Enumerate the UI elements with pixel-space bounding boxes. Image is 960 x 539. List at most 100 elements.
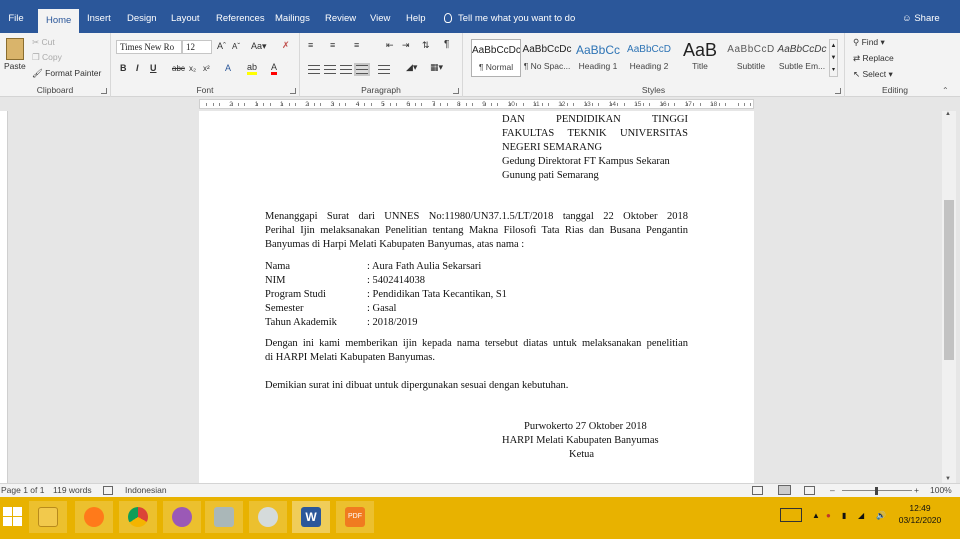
text-effects-icon[interactable]: A [225,63,231,73]
zoom-level[interactable]: 100% [930,485,952,495]
select-button[interactable]: ↖ Select ▾ [853,69,893,80]
paste-button[interactable]: Paste [4,61,26,71]
zoom-slider-handle[interactable] [875,487,878,495]
style-normal[interactable]: AaBbCcDc ¶ Normal [471,39,521,77]
ruler-tick [668,103,670,106]
format-painter-button[interactable]: 🖌 Format Painter [32,68,101,79]
increase-indent-icon[interactable]: ⇥ [402,40,410,51]
horizontal-ruler[interactable]: 2 1 1 2 3 4 5 6 7 8 9 10 11 12 13 14 15 16 17 18 [199,99,754,109]
tray-expand-icon[interactable]: ▲ [812,511,820,520]
style-preview: AaBbCcDc [522,44,572,55]
uc-browser-icon[interactable] [75,501,113,533]
clear-formatting-icon[interactable]: ✗ [282,40,290,51]
cut-button[interactable]: ✂ Cut [32,37,55,48]
tab-insert[interactable]: Insert [87,5,111,33]
read-mode-icon[interactable] [752,486,763,495]
clipboard-launcher-icon[interactable] [101,88,107,94]
decrease-indent-icon[interactable]: ⇤ [386,40,394,51]
word-count[interactable]: 119 words [53,485,92,495]
bold-button[interactable]: B [120,63,127,73]
tab-mailings[interactable]: Mailings [275,5,310,33]
align-right-icon[interactable] [340,65,352,74]
ruler-number: 1 [279,101,284,108]
tab-review[interactable]: Review [325,5,356,33]
italic-button[interactable]: I [136,63,139,73]
change-case-icon[interactable]: Aa▾ [251,41,267,52]
chrome-icon[interactable] [119,501,157,533]
grow-font-icon[interactable]: Aˆ [217,41,226,51]
style-heading-1[interactable]: AaBbCc Heading 1 [573,39,623,77]
find-button[interactable]: ⚲ Find ▾ [853,37,885,48]
print-layout-icon[interactable] [778,485,791,495]
style-subtle-emphasis[interactable]: AaBbCcDc Subtle Em... [777,39,827,77]
multilevel-list-icon[interactable]: ≡ [354,40,359,50]
paint-app-icon[interactable] [249,501,287,533]
page-count[interactable]: Page 1 of 1 [1,485,44,495]
volume-icon[interactable]: 🔊 [876,511,886,520]
ruler-tick [206,103,208,106]
keyboard-icon[interactable] [780,508,802,522]
tab-help[interactable]: Help [406,5,426,33]
zoom-out-icon[interactable]: – [830,485,835,495]
tab-home[interactable]: Home [38,9,80,33]
collapse-ribbon-icon[interactable]: ⌃ [942,86,949,95]
vertical-ruler[interactable] [0,111,8,483]
zoom-in-icon[interactable]: + [914,485,919,495]
pdf-app-icon[interactable]: PDF [336,501,374,533]
tab-layout[interactable]: Layout [171,5,200,33]
bullets-icon[interactable]: ≡ [308,40,313,50]
subscript-button[interactable]: x₂ [189,64,196,73]
tray-app-icon[interactable]: ● [826,511,831,520]
style-no-spacing[interactable]: AaBbCcDc ¶ No Spac... [522,39,572,77]
borders-icon[interactable]: ▦▾ [430,62,443,73]
language-status[interactable]: Indonesian [125,485,167,495]
paste-icon[interactable] [6,38,24,60]
font-color-icon[interactable]: A [271,62,278,75]
replace-button[interactable]: ⇄ Replace [853,53,894,64]
proofing-icon[interactable] [103,486,113,495]
sort-icon[interactable]: ⇅ [422,40,430,51]
tab-design[interactable]: Design [127,5,157,33]
file-explorer-icon[interactable] [29,501,67,533]
show-formatting-icon[interactable]: ¶ [444,39,449,50]
style-subtitle[interactable]: AaBbCcD Subtitle [726,39,776,77]
document-page[interactable]: DAN PENDIDIKAN TINGGI FAKULTAS TEKNIK UN… [199,111,754,483]
tab-view[interactable]: View [370,5,390,33]
scroll-up-icon[interactable]: ▲ [945,111,951,117]
scroll-down-icon[interactable]: ▼ [945,476,951,482]
justify-icon[interactable] [354,63,370,76]
font-size-select[interactable]: 12 [182,40,212,54]
tab-references[interactable]: References [216,5,265,33]
word-app-icon[interactable]: W [292,501,330,533]
network-icon[interactable]: ◢ [858,511,864,520]
font-family-select[interactable]: Times New Ro [116,40,182,54]
font-launcher-icon[interactable] [290,88,296,94]
align-left-icon[interactable] [308,65,320,74]
web-layout-icon[interactable] [804,486,815,495]
shading-icon[interactable]: ◢▾ [406,62,417,73]
styles-launcher-icon[interactable] [835,88,841,94]
app-tools-icon[interactable] [163,501,201,533]
shrink-font-icon[interactable]: Aˇ [232,42,240,51]
copy-button[interactable]: ❐ Copy [32,52,62,63]
paragraph-launcher-icon[interactable] [453,88,459,94]
highlight-icon[interactable]: ab [247,62,258,75]
line-spacing-icon[interactable] [378,65,390,74]
style-title[interactable]: AaB Title [675,39,725,77]
scrollbar-thumb[interactable] [944,200,954,360]
style-heading-2[interactable]: AaBbCcD Heading 2 [624,39,674,77]
battery-icon[interactable]: ▮ [842,511,846,520]
numbering-icon[interactable]: ≡ [330,40,335,50]
system-clock[interactable]: 12:49 03/12/2020 [895,502,945,526]
ruler-tick [339,103,341,106]
share-button[interactable]: ☺ Share [902,5,940,33]
tell-me-search[interactable]: Tell me what you want to do [444,5,575,33]
strikethrough-button[interactable]: abc [172,64,185,73]
align-center-icon[interactable] [324,65,336,74]
windows-start-icon[interactable] [3,507,23,527]
underline-button[interactable]: U [150,63,157,73]
tab-file[interactable]: File [0,5,32,33]
notes-app-icon[interactable] [205,501,243,533]
styles-scroll-icon[interactable]: ▲ ▼ ▾ [829,39,838,77]
superscript-button[interactable]: x² [203,64,210,73]
